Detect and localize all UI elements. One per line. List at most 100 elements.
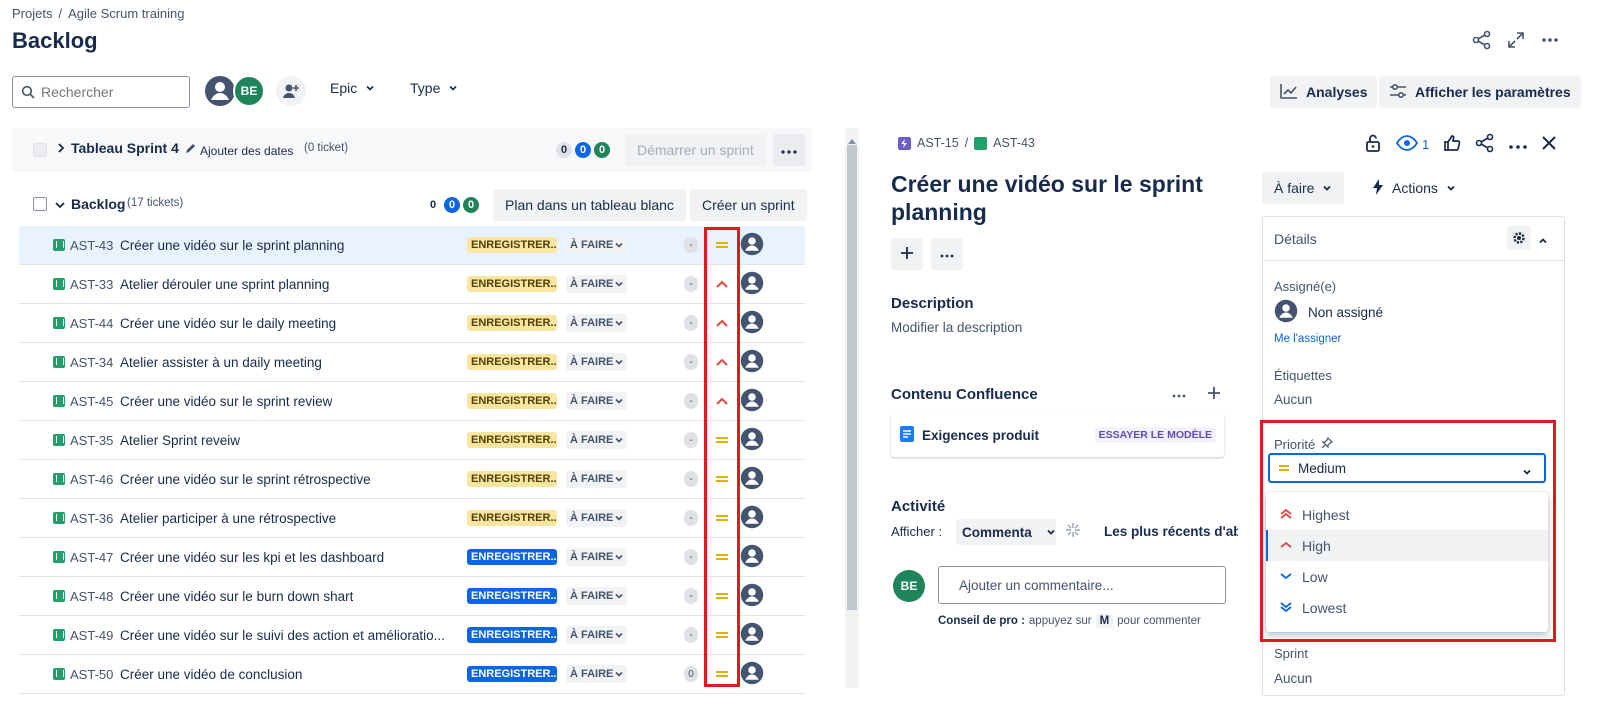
gear-icon[interactable] [1507,226,1531,250]
view-settings-button[interactable]: Afficher les paramètres [1379,76,1581,108]
activity-filter-dropdown[interactable]: Commenta [956,519,1056,545]
issue-key-link[interactable]: AST-43 [993,136,1035,150]
add-people-icon[interactable] [276,76,306,106]
search-box[interactable] [12,76,190,108]
share-icon[interactable] [1475,133,1495,156]
sprint-name[interactable]: Tableau Sprint 4 [71,140,179,156]
epic-filter[interactable]: Epic [330,80,375,96]
table-row[interactable]: AST-48 Créer une vidéo sur le burn down s… [19,577,805,616]
backlog-name[interactable]: Backlog [71,196,125,212]
avatar-unassigned-filter[interactable] [204,75,236,107]
epic-lozenge[interactable]: ENREGISTRER... [467,393,557,409]
chevron-down-icon[interactable] [54,197,66,213]
status-dropdown[interactable]: À FAIRE [566,587,628,605]
table-row[interactable]: AST-46 Créer une vidéo sur le sprint rétr… [19,460,805,499]
story-points[interactable]: - [684,237,698,253]
story-points[interactable]: - [684,627,698,643]
issue-key[interactable]: AST-36 [70,511,113,526]
labels-value[interactable]: Aucun [1274,392,1312,407]
scroll-up-icon[interactable] [848,131,856,147]
story-points[interactable]: - [684,549,698,565]
issue-summary[interactable]: Créer une vidéo sur le suivi des action … [120,628,445,643]
breadcrumb-project[interactable]: Agile Scrum training [68,6,184,21]
issue-summary[interactable]: Atelier dérouler une sprint planning [120,277,329,292]
more-actions-button[interactable] [931,238,963,270]
more-icon[interactable] [1540,30,1560,50]
issue-summary[interactable]: Atelier assister à un daily meeting [120,355,322,370]
table-row[interactable]: AST-47 Créer une vidéo sur les kpi et les… [19,538,805,577]
status-dropdown[interactable]: À FAIRE [566,470,628,488]
issue-key[interactable]: AST-50 [70,667,113,682]
description-field[interactable]: Modifier la description [891,320,1022,335]
sprint-more-button[interactable] [773,134,805,166]
status-dropdown[interactable]: À FAIRE [566,509,628,527]
expand-icon[interactable] [1506,30,1526,50]
issue-key[interactable]: AST-48 [70,589,113,604]
issue-key[interactable]: AST-44 [70,316,113,331]
more-icon[interactable] [1509,137,1528,153]
story-points[interactable]: - [684,471,698,487]
assign-to-me-link[interactable]: Me l'assigner [1274,333,1341,345]
story-points[interactable]: - [684,432,698,448]
issue-summary[interactable]: Créer une vidéo sur le daily meeting [120,316,336,331]
table-row[interactable]: AST-35 Atelier Sprint reveiw ENREGISTRER..… [19,421,805,460]
issue-summary[interactable]: Atelier Sprint reveiw [120,433,240,448]
issue-key[interactable]: AST-45 [70,394,113,409]
issue-title[interactable]: Créer une vidéo sur le sprint planning [891,170,1231,226]
assignee-avatar[interactable] [740,232,764,259]
sparkle-icon[interactable] [1066,523,1080,540]
search-input[interactable] [41,84,181,100]
status-dropdown[interactable]: À FAIRE [566,548,628,566]
type-filter[interactable]: Type [410,80,458,96]
assignee-avatar[interactable] [740,583,764,610]
table-row[interactable]: AST-34 Atelier assister à un daily meetin… [19,343,805,382]
try-template-button[interactable]: ESSAYER LE MODÈLE [1094,427,1216,443]
backlog-checkbox[interactable] [33,197,47,211]
assignee-avatar[interactable] [740,622,764,649]
assignee-avatar[interactable] [740,271,764,298]
story-points[interactable]: - [684,354,698,370]
confluence-template-card[interactable]: Exigences produit ESSAYER LE MODÈLE [891,413,1224,457]
issue-key[interactable]: AST-49 [70,628,113,643]
comment-input[interactable]: Ajouter un commentaire... [938,566,1226,604]
issue-summary[interactable]: Créer une vidéo sur le sprint planning [120,238,344,253]
assignee-avatar[interactable] [740,388,764,415]
add-dates-link[interactable]: Ajouter des dates [184,143,293,158]
epic-lozenge[interactable]: ENREGISTRER... [467,432,557,448]
table-row[interactable]: AST-33 Atelier dérouler une sprint planni… [19,265,805,304]
assignee-field[interactable]: Non assigné [1274,299,1383,326]
issue-key[interactable]: AST-47 [70,550,113,565]
story-points[interactable]: - [684,315,698,331]
issue-key[interactable]: AST-33 [70,277,113,292]
assignee-avatar[interactable] [740,310,764,337]
actions-dropdown[interactable]: Actions [1366,172,1462,204]
chevron-up-icon[interactable] [1538,233,1548,249]
story-points[interactable]: - [684,276,698,292]
assignee-avatar[interactable] [740,505,764,532]
assignee-avatar[interactable] [740,466,764,493]
table-row[interactable]: AST-49 Créer une vidéo sur le suivi des a… [19,616,805,655]
issue-key[interactable]: AST-34 [70,355,113,370]
avatar-be[interactable]: BE [233,75,265,107]
issue-summary[interactable]: Créer une vidéo sur le burn down shart [120,589,353,604]
epic-lozenge[interactable]: ENREGISTRER... [467,549,557,565]
breadcrumb-projects[interactable]: Projets [12,6,52,21]
epic-lozenge[interactable]: ENREGISTRER... [467,315,557,331]
table-row[interactable]: AST-50 Créer une vidéo de conclusion ENREG… [19,655,805,694]
create-sprint-button[interactable]: Créer un sprint [690,189,807,221]
parent-key-link[interactable]: AST-15 [917,136,959,150]
chevron-right-icon[interactable] [56,141,66,157]
lock-icon[interactable] [1364,133,1382,156]
status-dropdown[interactable]: À FAIRE [566,431,628,449]
table-row[interactable]: AST-43 Créer une vidéo sur le sprint plan… [19,226,805,265]
story-points[interactable]: - [684,588,698,604]
assignee-avatar[interactable] [740,661,764,688]
epic-lozenge[interactable]: ENREGISTRER... [467,276,557,292]
issue-summary[interactable]: Créer une vidéo sur les kpi et les dashb… [120,550,384,565]
epic-lozenge[interactable]: ENREGISTRER... [467,510,557,526]
scrollbar-thumb[interactable] [847,145,857,610]
issue-key[interactable]: AST-43 [70,238,113,253]
issue-summary[interactable]: Créer une vidéo sur le sprint review [120,394,332,409]
status-dropdown[interactable]: À FAIRE [566,314,628,332]
issue-summary[interactable]: Créer une vidéo sur le sprint rétrospect… [120,472,371,487]
